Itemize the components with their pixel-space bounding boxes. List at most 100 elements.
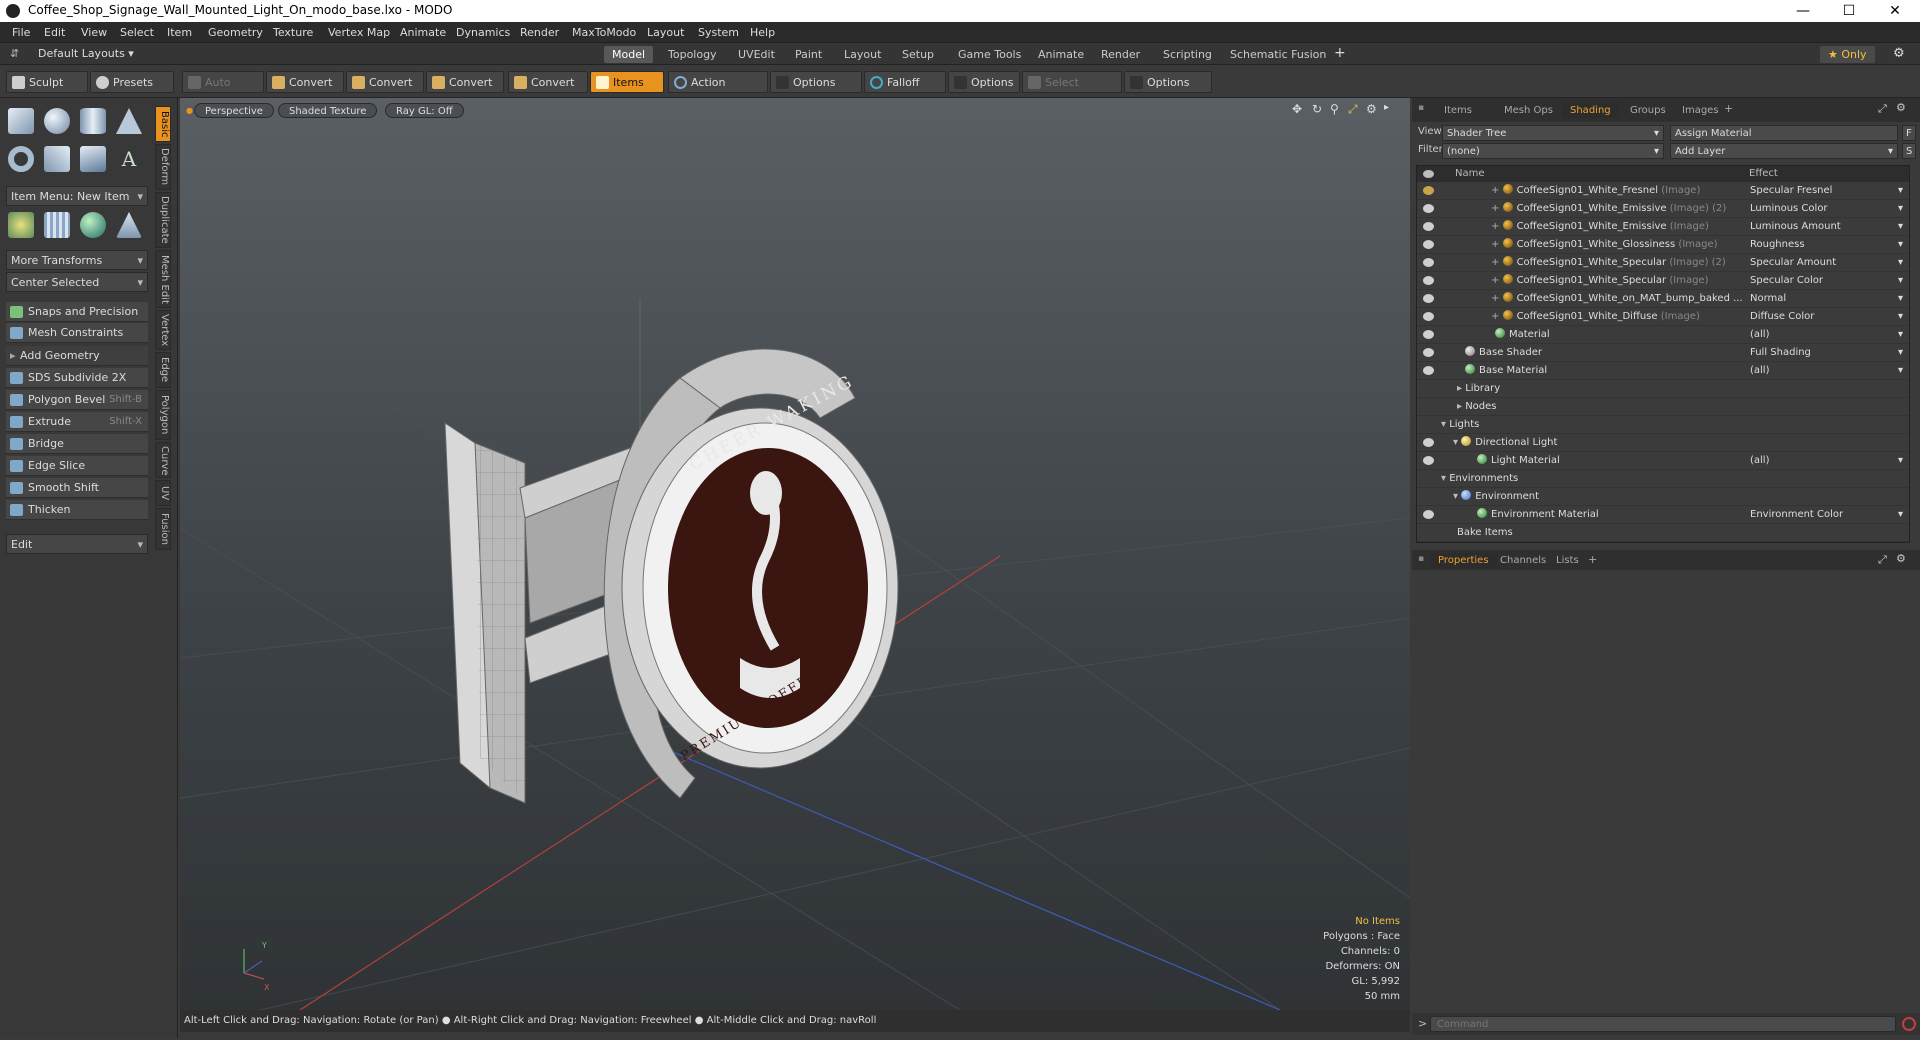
vtab-polygon[interactable]: Polygon	[155, 390, 171, 440]
tab-channels[interactable]: Channels	[1492, 553, 1554, 568]
panel-gear-icon[interactable]: ⚙	[1896, 101, 1906, 114]
tree-row[interactable]: + CoffeeSign01_White_Specular (Image) Spe…	[1417, 272, 1909, 290]
menu-layout[interactable]: Layout	[647, 26, 684, 39]
minimize-button[interactable]: —	[1780, 0, 1826, 22]
eye-icon[interactable]	[1423, 366, 1434, 375]
tree-row[interactable]: ▾ Environments	[1417, 470, 1909, 488]
menu-texture[interactable]: Texture	[273, 26, 313, 39]
cube-icon[interactable]	[8, 108, 34, 134]
move-view-icon[interactable]: ✥	[1292, 102, 1302, 116]
menu-item[interactable]: Item	[167, 26, 192, 39]
gear-icon[interactable]: ⚙	[1893, 46, 1905, 61]
cone-icon[interactable]	[116, 108, 142, 134]
menu-geometry[interactable]: Geometry	[208, 26, 263, 39]
assign-material-button[interactable]: Assign Material	[1670, 125, 1898, 141]
filter-dropdown[interactable]: (none)	[1442, 143, 1664, 160]
menu-render[interactable]: Render	[520, 26, 559, 39]
tab-uvedit[interactable]: UVEdit	[730, 46, 783, 63]
tree-row[interactable]: + CoffeeSign01_White_Emissive (Image) Lum…	[1417, 218, 1909, 236]
thicken-button[interactable]: Thicken	[6, 500, 148, 520]
tree-row[interactable]: + CoffeeSign01_White_Emissive (Image) (2…	[1417, 200, 1909, 218]
tree-row[interactable]: Bake Items	[1417, 524, 1909, 542]
torus-icon[interactable]	[8, 146, 34, 172]
tab-paint[interactable]: Paint	[787, 46, 830, 63]
collapse-icon[interactable]: ▾	[1441, 473, 1449, 484]
tree-row[interactable]: ▾ Lights	[1417, 416, 1909, 434]
menu-edit[interactable]: Edit	[44, 26, 65, 39]
options-button-3[interactable]: Options	[1124, 71, 1212, 93]
tree-row[interactable]: ▾ Environment	[1417, 488, 1909, 506]
select-through-button[interactable]: Select Through	[1022, 71, 1122, 111]
f-button[interactable]: F	[1902, 125, 1916, 141]
options-button-2[interactable]: Options	[948, 71, 1020, 93]
edit-dropdown[interactable]: Edit	[6, 534, 148, 555]
expand-panel-icon[interactable]: ⤢	[1878, 102, 1887, 116]
default-layouts-dropdown[interactable]: Default Layouts ▾	[38, 47, 134, 60]
polygon-bevel-button[interactable]: Polygon Bevel Shift-B	[6, 390, 148, 410]
tree-row[interactable]: Base Shader Full Shading	[1417, 344, 1909, 362]
menu-dynamics[interactable]: Dynamics	[456, 26, 510, 39]
falloff-button[interactable]: Falloff	[864, 71, 946, 93]
eye-icon[interactable]	[1423, 330, 1434, 339]
tab-game-tools[interactable]: Game Tools	[950, 46, 1029, 63]
panel-menu-icon[interactable]: ▪	[1418, 103, 1424, 113]
items-button[interactable]: Items	[590, 71, 664, 93]
tab-properties[interactable]: Properties	[1430, 553, 1497, 568]
eye-icon[interactable]	[1423, 312, 1434, 321]
bridge-button[interactable]: Bridge	[6, 434, 148, 454]
globe-icon[interactable]	[80, 212, 106, 238]
convert-button-4[interactable]: Convert	[508, 71, 588, 93]
convert-button-3[interactable]: Convert	[426, 71, 504, 93]
close-button[interactable]: ✕	[1872, 0, 1918, 22]
vtab-deform[interactable]: Deform	[155, 144, 171, 190]
eye-icon[interactable]	[1423, 438, 1434, 447]
collapse-icon[interactable]: ▾	[1441, 419, 1449, 430]
options-button-1[interactable]: Options	[770, 71, 862, 93]
add-panel-tab-button[interactable]: +	[1724, 102, 1733, 115]
edge-slice-button[interactable]: Edge Slice	[6, 456, 148, 476]
viewport-menu-icon[interactable]: ●	[186, 106, 193, 115]
raygl-toggle[interactable]: Ray GL: Off	[385, 103, 464, 118]
panel-menu-icon[interactable]: ▪	[1418, 554, 1424, 564]
pen-tool-icon[interactable]	[80, 146, 106, 172]
tree-row[interactable]: + CoffeeSign01_White_Diffuse (Image) Diff…	[1417, 308, 1909, 326]
layout-collapse-icon[interactable]: ⇵	[10, 47, 19, 60]
tree-row[interactable]: Base Material (all)	[1417, 362, 1909, 380]
collapse-icon[interactable]: ▾	[1453, 491, 1461, 502]
eye-icon[interactable]	[1423, 222, 1434, 231]
capsule-icon[interactable]	[44, 146, 70, 172]
vtab-curve[interactable]: Curve	[155, 442, 171, 478]
menu-maxtomodo[interactable]: MaxToModo	[572, 26, 636, 39]
tab-model[interactable]: Model	[604, 46, 654, 63]
only-toggle[interactable]: ★ Only	[1820, 46, 1875, 63]
text-tool-icon[interactable]: A	[116, 146, 142, 172]
record-icon[interactable]	[1902, 1017, 1916, 1031]
brush-icon[interactable]	[1423, 186, 1434, 195]
convert-button-2[interactable]: Convert	[346, 71, 424, 93]
tab-schematic-fusion[interactable]: Schematic Fusion	[1222, 46, 1334, 63]
add-tab-button[interactable]: +	[1334, 45, 1346, 61]
eye-icon[interactable]	[1423, 258, 1434, 267]
tab-topology[interactable]: Topology	[660, 46, 725, 63]
add-layer-dropdown[interactable]: Add Layer	[1670, 143, 1898, 160]
vtab-mesh-edit[interactable]: Mesh Edit	[155, 250, 171, 308]
s-button[interactable]: S	[1902, 143, 1916, 159]
col-effect[interactable]: Effect	[1749, 166, 1778, 182]
expand-icon[interactable]: ▸	[1457, 383, 1465, 394]
tree-row[interactable]: + CoffeeSign01_White_Fresnel (Image) Spec…	[1417, 182, 1909, 200]
zoom-view-icon[interactable]: ⚲	[1330, 102, 1339, 116]
tab-mesh-ops[interactable]: Mesh Ops	[1496, 103, 1561, 118]
eye-icon[interactable]	[1423, 204, 1434, 213]
menu-vertex-map[interactable]: Vertex Map	[328, 26, 390, 39]
3d-viewport[interactable]: CHEER WAKING PREMIUM COFFEE ● Perspectiv…	[180, 98, 1410, 1010]
tree-row[interactable]: ▸ Library	[1417, 380, 1909, 398]
expand-panel-icon[interactable]: ⤢	[1878, 553, 1887, 567]
viewport-settings-icon[interactable]: ⚙	[1366, 102, 1377, 116]
tree-row[interactable]: Environment Material Environment Color	[1417, 506, 1909, 524]
extrude-button[interactable]: Extrude Shift-X	[6, 412, 148, 432]
menu-select[interactable]: Select	[120, 26, 154, 39]
tree-row[interactable]: ▾ Directional Light	[1417, 434, 1909, 452]
center-selected-dropdown[interactable]: Center Selected	[6, 272, 148, 293]
view-dropdown[interactable]: Shader Tree	[1442, 125, 1664, 142]
tree-row[interactable]: Light Material (all)	[1417, 452, 1909, 470]
